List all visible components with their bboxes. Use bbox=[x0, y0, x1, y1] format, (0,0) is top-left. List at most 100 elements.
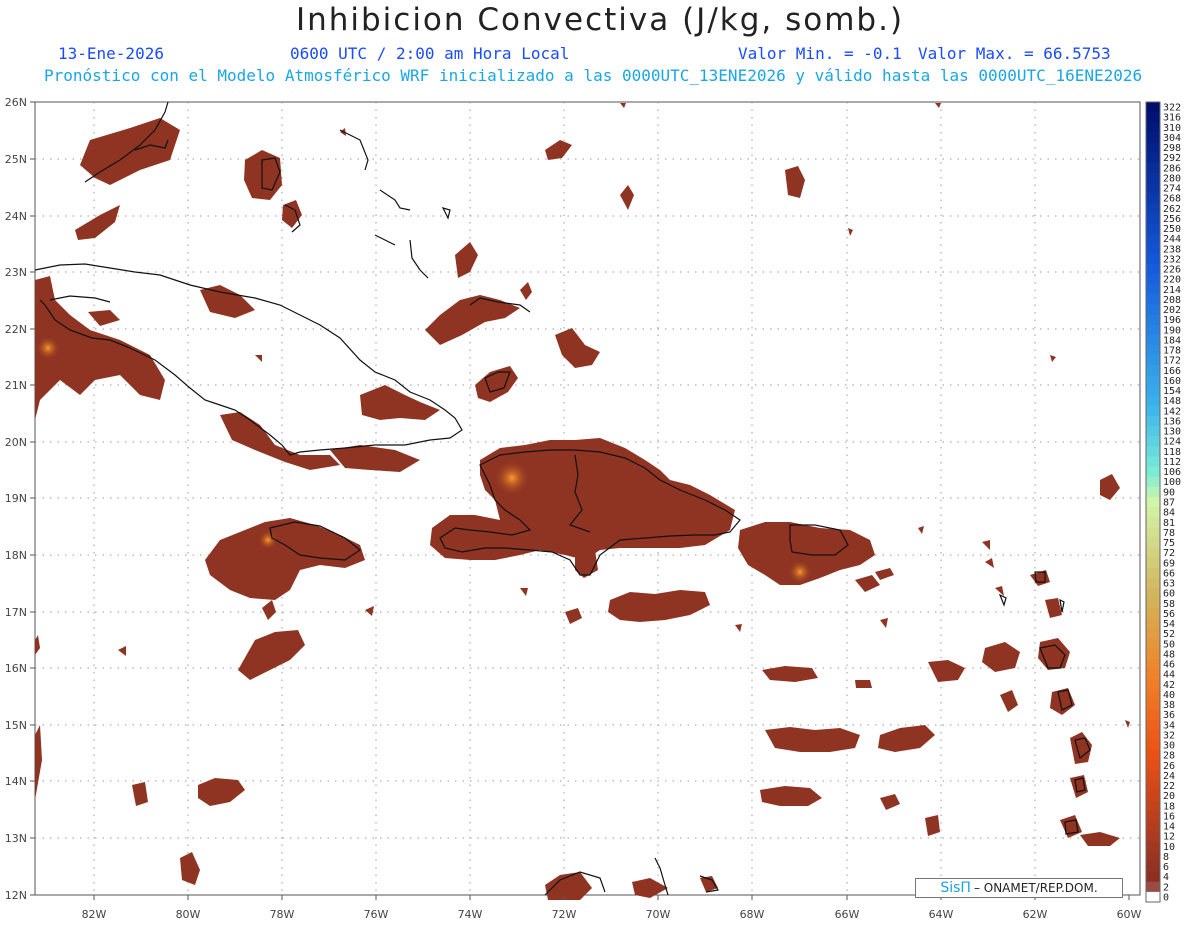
colorbar-swatch bbox=[1146, 223, 1160, 235]
colorbar-swatch bbox=[1146, 183, 1160, 194]
lat-label: 16N bbox=[5, 662, 27, 675]
colorbar-swatch bbox=[1146, 628, 1160, 640]
colorbar-swatch bbox=[1146, 699, 1160, 710]
colorbar-swatch bbox=[1146, 152, 1160, 164]
lon-label: 66W bbox=[835, 908, 860, 921]
colorbar-swatch bbox=[1146, 780, 1160, 792]
colorbar-swatch bbox=[1146, 851, 1160, 862]
colorbar-swatch bbox=[1146, 304, 1160, 316]
colorbar-swatch bbox=[1146, 405, 1160, 417]
colorbar-swatch bbox=[1146, 233, 1160, 245]
colorbar-swatch bbox=[1146, 415, 1160, 427]
colorbar-swatch bbox=[1146, 203, 1160, 214]
lon-label: 64W bbox=[929, 908, 954, 921]
colorbar-swatch bbox=[1146, 577, 1160, 589]
map-canvas: 26N 25N 24N 23N 22N 21N 20N 19N 18N 17N … bbox=[5, 96, 1181, 921]
colorbar-swatch bbox=[1146, 365, 1160, 376]
lon-label: 76W bbox=[364, 908, 389, 921]
colorbar-swatch bbox=[1146, 476, 1160, 488]
longitude-labels: 82W 80W 78W 76W 74W 72W 70W 68W 66W 64W … bbox=[82, 908, 1142, 921]
lon-label: 62W bbox=[1023, 908, 1048, 921]
colorbar-swatch bbox=[1146, 385, 1160, 397]
colorbar-swatch bbox=[1146, 831, 1160, 842]
colorbar-swatch bbox=[1146, 324, 1160, 336]
colorbar-swatch bbox=[1146, 891, 1160, 903]
colorbar-swatch bbox=[1146, 112, 1160, 123]
colorbar-swatch bbox=[1146, 375, 1160, 386]
colorbar-swatch bbox=[1146, 800, 1160, 812]
colorbar-swatch bbox=[1146, 871, 1160, 883]
colorbar-swatch bbox=[1146, 274, 1160, 285]
lat-label: 13N bbox=[5, 832, 27, 845]
lon-label: 68W bbox=[740, 908, 765, 921]
colorbar-swatch bbox=[1146, 122, 1160, 133]
colorbar-swatch bbox=[1146, 810, 1160, 822]
lat-label: 24N bbox=[5, 210, 27, 223]
colorbar-swatch bbox=[1146, 355, 1160, 366]
lon-label: 82W bbox=[82, 908, 107, 921]
colorbar-swatch bbox=[1146, 466, 1160, 478]
colorbar-swatch bbox=[1146, 284, 1160, 295]
colorbar-swatch bbox=[1146, 861, 1160, 873]
colorbar-swatch bbox=[1146, 334, 1160, 346]
colorbar-swatch bbox=[1146, 588, 1160, 599]
colorbar-swatch bbox=[1146, 142, 1160, 154]
lat-label: 18N bbox=[5, 549, 27, 562]
colorbar-swatch bbox=[1146, 608, 1160, 619]
lon-label: 80W bbox=[176, 908, 201, 921]
colorbar-swatch bbox=[1146, 820, 1160, 832]
colorbar-swatch bbox=[1146, 689, 1160, 700]
lat-label: 26N bbox=[5, 96, 27, 109]
colorbar-swatch bbox=[1146, 770, 1160, 781]
colorbar-swatch bbox=[1146, 648, 1160, 660]
latitude-labels: 26N 25N 24N 23N 22N 21N 20N 19N 18N 17N … bbox=[5, 96, 27, 902]
colorbar-swatch bbox=[1146, 395, 1160, 407]
colorbar-swatch bbox=[1146, 436, 1160, 447]
colorbar-swatch bbox=[1146, 102, 1160, 113]
colorbar-swatch bbox=[1146, 841, 1160, 852]
colorbar-swatch bbox=[1146, 456, 1160, 467]
latitude-ticks bbox=[30, 101, 35, 896]
colorbar: 3223163103042982922862802742682622562502… bbox=[1145, 101, 1181, 903]
colorbar-swatch bbox=[1146, 739, 1160, 751]
colorbar-swatch bbox=[1146, 760, 1160, 771]
colorbar-swatch bbox=[1146, 243, 1160, 255]
colorbar-swatch bbox=[1146, 172, 1160, 184]
colorbar-swatch bbox=[1146, 162, 1160, 174]
colorbar-swatch bbox=[1146, 679, 1160, 690]
colorbar-swatch bbox=[1146, 719, 1160, 731]
colorbar-swatch bbox=[1146, 658, 1160, 670]
colorbar-swatch bbox=[1146, 669, 1160, 680]
lat-label: 23N bbox=[5, 266, 27, 279]
lat-label: 12N bbox=[5, 889, 27, 902]
colorbar-swatch bbox=[1146, 446, 1160, 457]
lon-label: 72W bbox=[552, 908, 577, 921]
colorbar-swatch bbox=[1146, 881, 1160, 893]
lat-label: 20N bbox=[5, 436, 27, 449]
lat-label: 15N bbox=[5, 719, 27, 732]
colorbar-swatch bbox=[1146, 314, 1160, 326]
colorbar-swatch bbox=[1146, 193, 1160, 204]
lon-label: 74W bbox=[458, 908, 483, 921]
colorbar-swatch bbox=[1146, 729, 1160, 741]
colorbar-swatch bbox=[1146, 527, 1160, 538]
lat-label: 21N bbox=[5, 379, 27, 392]
colorbar-swatch bbox=[1146, 294, 1160, 305]
colorbar-swatch bbox=[1146, 547, 1160, 559]
sispi-logo-text: SisΠ bbox=[940, 880, 971, 896]
colorbar-swatch bbox=[1146, 709, 1160, 721]
colorbar-swatch bbox=[1146, 557, 1160, 569]
colorbar-swatch bbox=[1146, 618, 1160, 629]
colorbar-swatch bbox=[1146, 517, 1160, 528]
lat-label: 22N bbox=[5, 323, 27, 336]
lon-label: 60W bbox=[1117, 908, 1142, 921]
colorbar-swatch bbox=[1146, 345, 1160, 356]
colorbar-label: 0 bbox=[1163, 892, 1169, 903]
colorbar-swatch bbox=[1146, 567, 1160, 579]
credit-text: – ONAMET/REP.DOM. bbox=[973, 881, 1098, 895]
colorbar-swatch bbox=[1146, 537, 1160, 548]
lat-label: 25N bbox=[5, 153, 27, 166]
colorbar-swatch bbox=[1146, 638, 1160, 650]
colorbar-swatch bbox=[1146, 132, 1160, 143]
colorbar-swatch bbox=[1146, 213, 1160, 224]
